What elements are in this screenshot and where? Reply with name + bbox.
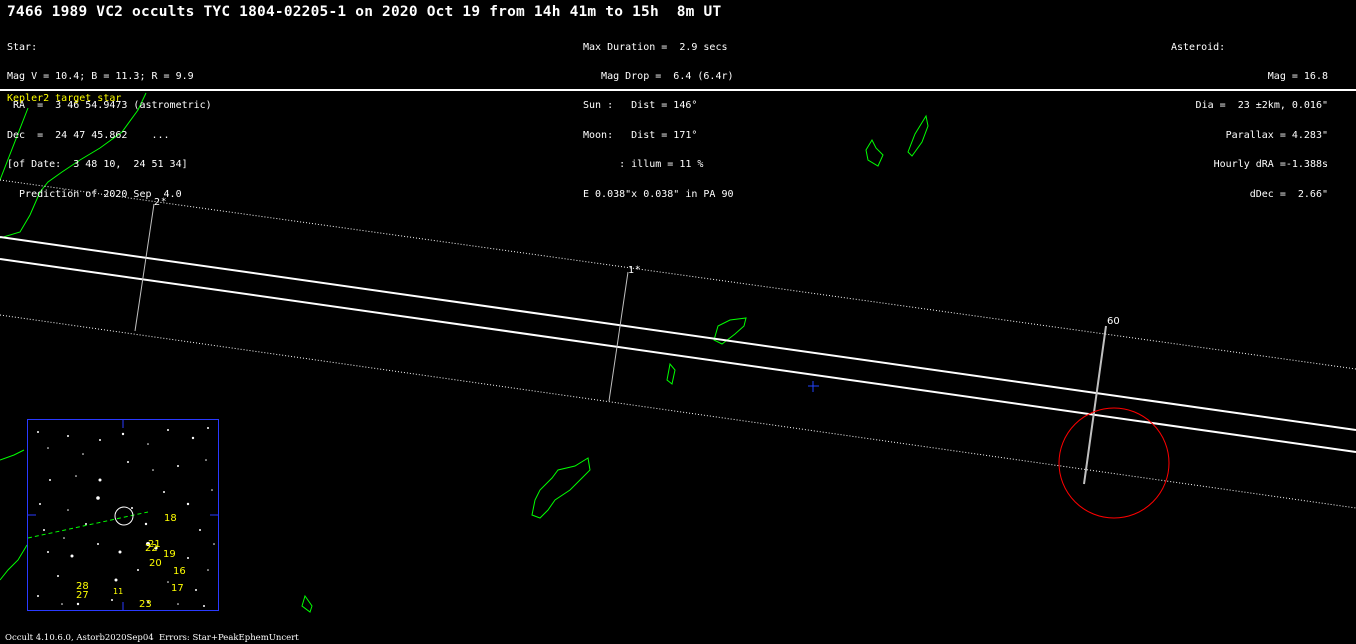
star-line: Dec = 24 47 45.862 ... [7, 129, 170, 141]
sigma2-star-icon: * [161, 197, 167, 207]
coastline-3 [907, 114, 929, 157]
sigma2-label: 2 [154, 197, 161, 208]
coastline-5 [666, 362, 676, 385]
inset-star-number: 16 [173, 566, 186, 577]
header-divider [0, 89, 1356, 91]
inset-star-number: 20 [149, 558, 162, 569]
star-line: Star: [7, 41, 38, 53]
error-60-label: 60 [1107, 316, 1120, 327]
star-line: [of Date: 3 48 10, 24 51 34] [7, 159, 188, 171]
inset-star-number: 22 [145, 543, 158, 554]
event-line: Mag Drop = 6.4 (6.4r) [583, 70, 734, 82]
asteroid-line: Dia = 23 ±2km, 0.016" [1195, 100, 1328, 112]
event-line: E 0.038"x 0.038" in PA 90 [583, 188, 734, 200]
inset-star-number: 18 [164, 513, 177, 524]
event-line: : illum = 11 % [583, 159, 704, 171]
event-line: Moon: Dist = 171° [583, 129, 698, 141]
event-info: Max Duration = 2.9 secs Mag Drop = 6.4 (… [583, 23, 734, 209]
inset-star-number: 19 [163, 549, 176, 560]
cross-line-60 [1083, 325, 1107, 485]
inset-target-circle [114, 506, 134, 526]
inset-star-number: 17 [171, 583, 184, 594]
inset-star-number: 27 [76, 590, 89, 601]
cross-line-2 [134, 203, 155, 332]
event-line: Sun : Dist = 146° [583, 100, 698, 112]
error-ellipse [1058, 407, 1170, 519]
kepler-target-label: Kepler2 target star [7, 93, 122, 104]
star-field-inset: 18 21 22 19 20 16 28 27 17 23 11 [27, 419, 219, 611]
star-info: Star: Mag V = 10.4; B = 11.3; R = 9.9 RA… [7, 23, 212, 209]
center-cross-icon [808, 381, 819, 392]
path-limit-north [0, 236, 1356, 431]
sigma1-star-icon: * [635, 265, 641, 275]
star-line: Prediction of 2020 Sep 4.0 [7, 188, 182, 200]
sigma1-label: 1 [628, 265, 635, 276]
coastline-7 [301, 594, 313, 613]
asteroid-line: Asteroid: [1171, 41, 1226, 53]
asteroid-info: Asteroid: Mag = 16.8 Dia = 23 ±2km, 0.01… [1137, 23, 1328, 209]
coastline-2 [865, 138, 884, 167]
asteroid-line: Hourly dRA =-1.388s [1213, 159, 1328, 171]
coastline-8 [0, 449, 25, 461]
page-title: 7466 1989 VC2 occults TYC 1804-02205-1 o… [7, 4, 722, 20]
asteroid-line: Mag = 16.8 [1267, 70, 1328, 82]
footer-credits: Occult 4.10.6.0, Astorb2020Sep04 Errors:… [5, 633, 299, 643]
asteroid-line: dDec = 2.66" [1249, 188, 1328, 200]
asteroid-line: Parallax = 4.283" [1225, 129, 1328, 141]
star-line: Mag V = 10.4; B = 11.3; R = 9.9 [7, 70, 194, 82]
coastline-9 [0, 544, 28, 581]
coastline-6 [531, 457, 591, 519]
event-line: Max Duration = 2.9 secs [583, 41, 728, 53]
inset-star-field [28, 420, 218, 610]
inset-star-number: 11 [113, 587, 124, 596]
cross-line-1 [608, 271, 629, 402]
inset-path-line [28, 511, 149, 539]
inset-star-number: 23 [139, 599, 152, 610]
